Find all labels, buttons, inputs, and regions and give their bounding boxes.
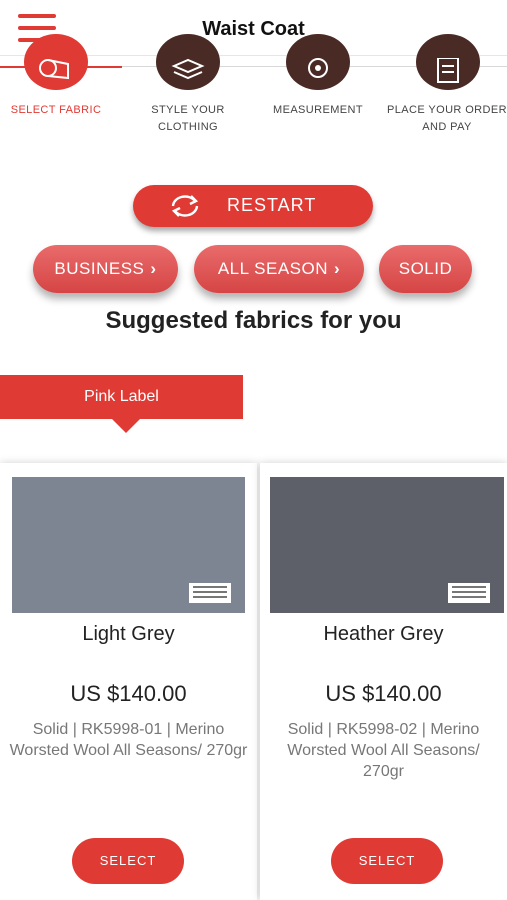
chip-label: BUSINESS <box>54 259 145 278</box>
step-label: PLACE YOUR ORDER AND PAY <box>387 104 507 133</box>
product-card: Heather Grey US $140.00 Solid | RK5998-0… <box>260 463 507 900</box>
fabric-layers-icon <box>156 34 220 90</box>
chevron-right-icon: › <box>150 259 157 278</box>
fabric-label-tag <box>189 583 231 603</box>
measuring-tape-icon <box>286 34 350 90</box>
filter-chip-solid[interactable]: SOLID <box>379 245 472 293</box>
product-description: Solid | RK5998-01 | Merino Worsted Wool … <box>9 721 248 759</box>
step-label: MEASUREMENT <box>273 104 363 116</box>
product-price: US $140.00 <box>70 681 187 706</box>
product-name: Heather Grey <box>323 623 444 645</box>
order-form-icon <box>416 34 480 90</box>
step-label: SELECT FABRIC <box>10 104 102 116</box>
filter-chip-all-season[interactable]: ALL SEASON › <box>194 245 364 293</box>
fabric-swatch-image[interactable] <box>12 477 245 613</box>
collection-ribbon: Pink Label <box>0 375 243 419</box>
fabric-swatch-image[interactable] <box>270 477 504 613</box>
ribbon-pointer <box>112 419 140 433</box>
select-button[interactable]: SELECT <box>72 838 184 884</box>
fabric-roll-icon <box>24 34 88 90</box>
product-card: Light Grey US $140.00 Solid | RK5998-01 … <box>0 463 257 900</box>
filter-chip-business[interactable]: BUSINESS › <box>33 245 178 293</box>
chip-label: SOLID <box>398 259 453 278</box>
product-price: US $140.00 <box>325 681 442 706</box>
chip-label: ALL SEASON <box>217 259 329 278</box>
section-heading: Suggested fabrics for you <box>105 307 402 334</box>
step-label: STYLE YOUR CLOTHING <box>151 104 225 133</box>
restart-button[interactable]: RESTART <box>133 185 373 227</box>
progress-steps: SELECT FABRIC STYLE YOUR CLOTHING MEASUR… <box>0 34 507 146</box>
fabric-label-tag <box>448 583 490 603</box>
chevron-right-icon: › <box>334 259 341 278</box>
product-name: Light Grey <box>82 623 175 645</box>
refresh-icon <box>171 195 199 217</box>
select-button[interactable]: SELECT <box>331 838 443 884</box>
restart-label: RESTART <box>227 195 317 215</box>
product-description: Solid | RK5998-02 | Merino Worsted Wool … <box>287 721 480 780</box>
